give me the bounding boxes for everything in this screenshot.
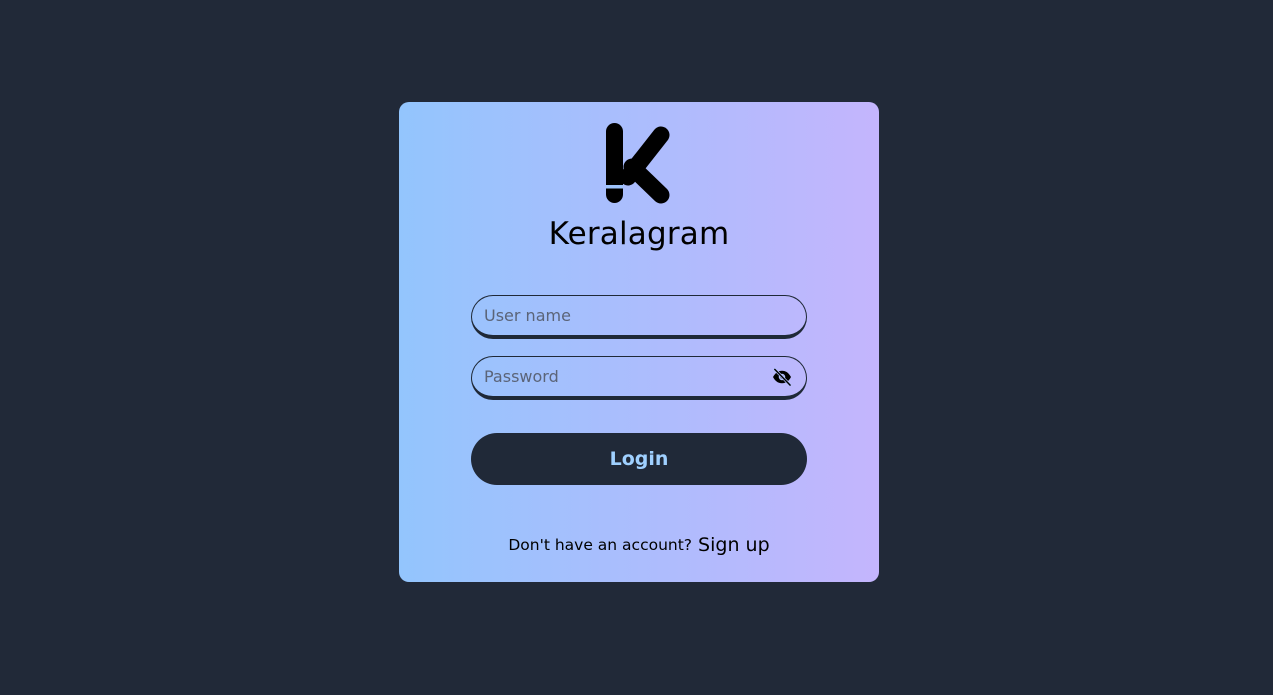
login-button[interactable]: Login [471, 433, 807, 485]
password-field-wrapper [471, 356, 807, 400]
k-logo-icon [606, 123, 670, 204]
signup-link[interactable]: Sign up [698, 534, 770, 556]
password-input[interactable] [484, 357, 764, 395]
login-card: Keralagram Login Don't have an account? S… [399, 102, 879, 582]
signup-row: Don't have an account? Sign up [399, 534, 879, 556]
username-field-wrapper [471, 295, 807, 339]
eye-slash-icon[interactable] [771, 368, 793, 386]
signup-prompt: Don't have an account? [508, 536, 693, 554]
brand-title: Keralagram [548, 216, 730, 252]
username-input[interactable] [484, 296, 764, 334]
